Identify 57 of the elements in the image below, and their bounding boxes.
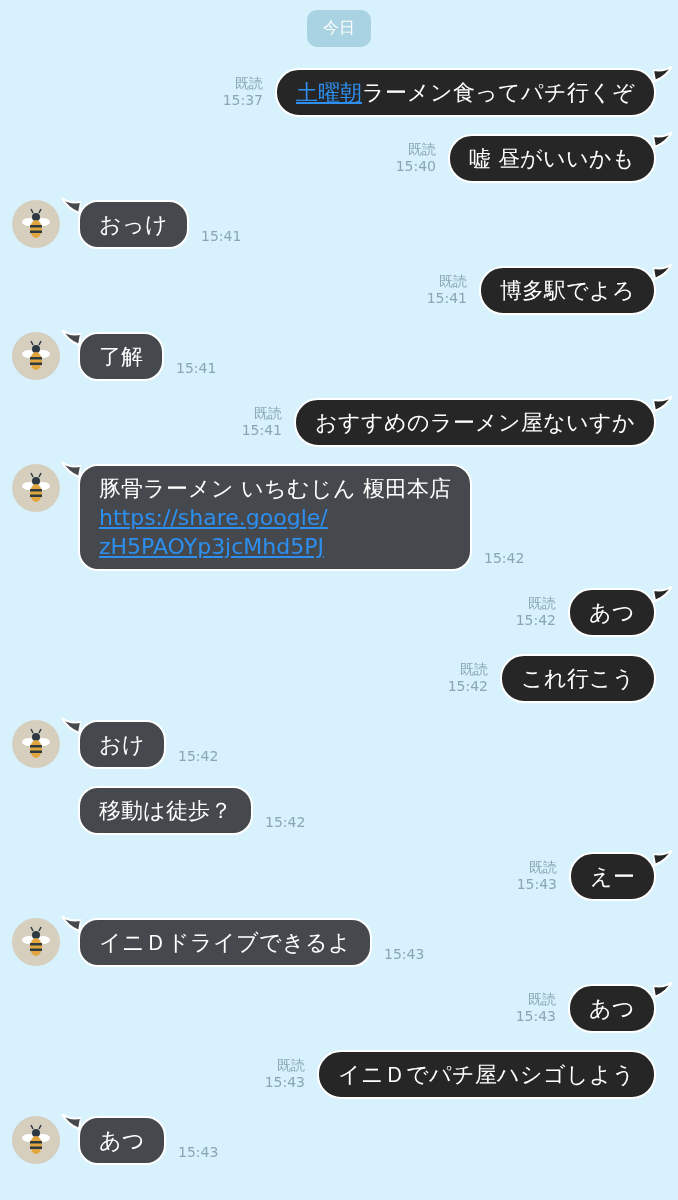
bee-icon [21,339,51,373]
read-receipt: 既読 [408,140,436,158]
bee-icon [21,727,51,761]
message-text: 豚骨ラーメン いちむじん 榎田本店 [99,476,451,501]
message-text: おすすめのラーメン屋ないすか [315,410,635,435]
message-time: 15:42 [515,611,556,629]
read-receipt: 既読 [439,272,467,290]
message-text: おっけ [99,212,168,237]
avatar[interactable] [12,1116,60,1164]
avatar[interactable] [12,720,60,768]
message-time: 15:41 [176,360,217,377]
date-label: 今日 [307,10,371,47]
bee-icon [21,207,51,241]
read-receipt: 既読 [528,594,556,612]
message-link[interactable]: zH5PAOYp3jcMhd5PJ [99,534,324,559]
message-time: 15:43 [384,946,425,963]
bee-icon [21,925,51,959]
avatar[interactable] [12,464,60,512]
message-text: 嘘 昼がいいかも [469,146,635,171]
bee-icon [21,471,51,505]
read-receipt: 既読 [528,990,556,1008]
message-time: 15:37 [222,91,263,109]
avatar[interactable] [12,332,60,380]
message-time: 15:42 [447,677,488,695]
read-receipt: 既読 [235,74,263,92]
message-text: 了解 [99,344,143,369]
message-text: あつ [99,1128,145,1153]
message-text: あつ [589,996,635,1021]
bee-icon [21,1123,51,1157]
read-receipt: 既読 [254,404,282,422]
message-time: 15:43 [178,1144,219,1161]
message-time: 15:40 [395,157,436,175]
message-text: イニＤドライブできるよ [99,930,351,955]
read-receipt: 既読 [277,1056,305,1074]
message-time: 15:42 [265,814,306,831]
avatar[interactable] [12,918,60,966]
message-time: 15:41 [201,228,242,245]
message-time: 15:41 [426,289,467,307]
read-receipt: 既読 [460,660,488,678]
message-link[interactable]: https://share.google/ [99,505,328,530]
message-text: えー [590,864,635,889]
message-text: イニＤでパチ屋ハシゴしよう [338,1062,635,1087]
message-text: 博多駅でよろ [500,278,635,303]
message-text: ラーメン食ってパチ行くぞ [362,80,635,105]
message-text: これ行こう [521,666,635,691]
message-time: 15:41 [241,421,282,439]
message-time: 15:43 [516,875,557,893]
message-text: あつ [589,600,635,625]
message-time: 15:42 [178,748,219,765]
message-text: 移動は徒歩？ [99,798,232,823]
message-text: おけ [99,732,145,757]
message-time: 15:43 [515,1007,556,1025]
read-receipt: 既読 [529,858,557,876]
message-time: 15:42 [484,550,525,567]
message-time: 15:43 [264,1073,305,1091]
avatar[interactable] [12,200,60,248]
message-link[interactable]: 土曜朝 [296,80,362,105]
